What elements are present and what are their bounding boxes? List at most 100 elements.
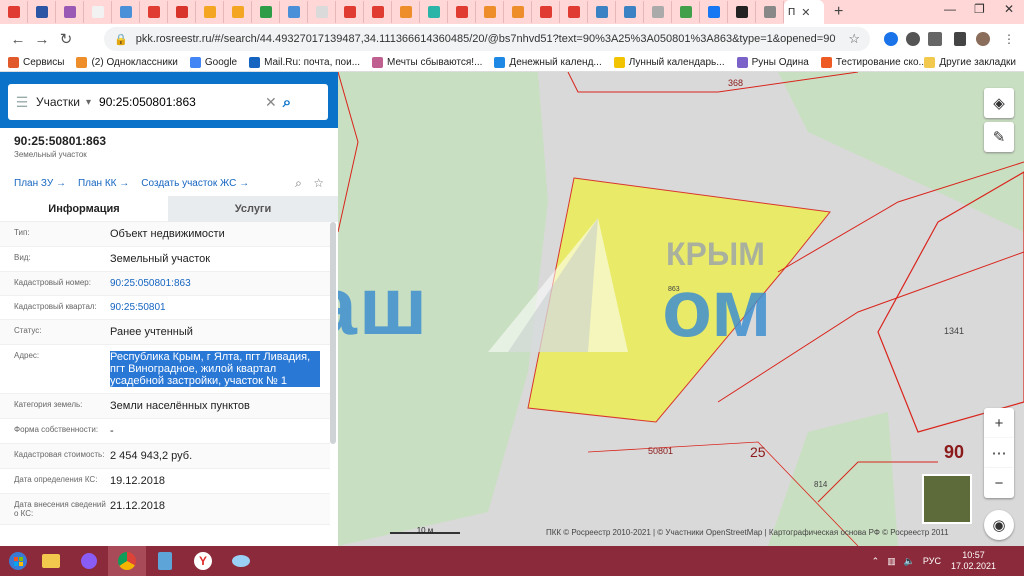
bookmark-item[interactable]: Руны Одина: [736, 57, 809, 68]
attribute-value[interactable]: 90:25:50801: [110, 302, 320, 313]
browser-tab[interactable]: [672, 1, 700, 23]
bookmark-item[interactable]: Сервисы: [8, 57, 64, 68]
search-icon[interactable]: ⌕: [283, 94, 291, 111]
plan-kk-link[interactable]: План КК →: [78, 178, 129, 189]
start-button[interactable]: [4, 547, 32, 575]
browser-tab[interactable]: [504, 1, 532, 23]
favorite-star-icon[interactable]: ☆: [313, 176, 324, 190]
browser-tab[interactable]: [252, 1, 280, 23]
forward-icon[interactable]: →: [30, 31, 54, 48]
zoom-in-icon[interactable]: +: [984, 408, 1014, 438]
panel-scrollbar[interactable]: [330, 222, 336, 444]
zoom-out-icon[interactable]: −: [984, 468, 1014, 498]
tab-favicon-icon: [35, 6, 48, 18]
browser-tab[interactable]: [532, 1, 560, 23]
attribute-value: 21.12.2018: [110, 500, 166, 512]
browser-tab[interactable]: [224, 1, 252, 23]
lock-icon[interactable]: 🔒: [114, 33, 128, 46]
browser-tab[interactable]: [448, 1, 476, 23]
chevron-down-icon[interactable]: ▾: [86, 97, 91, 108]
browser-tab[interactable]: [168, 1, 196, 23]
browser-tab[interactable]: [56, 1, 84, 23]
bookmark-item[interactable]: Мечты сбываются!...: [372, 57, 482, 68]
media-icon[interactable]: [954, 32, 966, 46]
plan-zu-link[interactable]: План ЗУ →: [14, 178, 66, 189]
browser-tab[interactable]: [336, 1, 364, 23]
search-type-select[interactable]: Участки: [36, 95, 80, 109]
browser-tab[interactable]: [280, 1, 308, 23]
clear-icon[interactable]: ✕: [265, 94, 277, 111]
extension-icon[interactable]: [884, 32, 898, 46]
bookmark-item[interactable]: Mail.Ru: почта, пои...: [249, 57, 360, 68]
maximize-icon[interactable]: ❐: [974, 2, 985, 16]
page-content: ☰ Участки ▾ ✕ ⌕ 90:25:50801:863 Земельны…: [0, 72, 1024, 546]
attribute-row: Статус: Ранее учтенный: [0, 320, 330, 345]
search-input[interactable]: [99, 91, 260, 113]
zoom-to-object-icon[interactable]: ⌕: [295, 176, 302, 190]
create-plot-link[interactable]: Создать участок ЖС →: [141, 178, 249, 189]
browser-tab[interactable]: [392, 1, 420, 23]
network-icon[interactable]: ▥: [887, 556, 896, 567]
minimize-icon[interactable]: —: [944, 2, 956, 16]
browser-tab[interactable]: [196, 1, 224, 23]
bookmark-star-icon[interactable]: ☆: [848, 31, 860, 47]
browser-tab[interactable]: [140, 1, 168, 23]
menu-icon[interactable]: ⋮: [1002, 32, 1016, 46]
taskbar-calculator-icon[interactable]: [146, 546, 184, 576]
taskbar-alice-icon[interactable]: [70, 546, 108, 576]
browser-tab[interactable]: [364, 1, 392, 23]
taskbar-explorer-icon[interactable]: [32, 546, 70, 576]
bookmark-item[interactable]: Лунный календарь...: [613, 57, 725, 68]
tab-information[interactable]: Информация: [0, 196, 168, 222]
taskbar-chrome-icon[interactable]: [108, 546, 146, 576]
close-tab-icon[interactable]: ✕: [801, 6, 810, 19]
clock[interactable]: 10:57 17.02.2021: [951, 550, 996, 572]
taskbar-yandex-icon[interactable]: Y: [184, 546, 222, 576]
attribute-key: Кадастровая стоимость:: [14, 450, 105, 459]
attribute-row: Дата определения КС: 19.12.2018: [0, 469, 330, 494]
bookmark-item[interactable]: Google: [189, 57, 237, 68]
attribute-value: Республика Крым, г Ялта, пгт Ливадия, пг…: [110, 351, 320, 387]
browser-tab[interactable]: [28, 1, 56, 23]
browser-tab[interactable]: [728, 1, 756, 23]
browser-tab[interactable]: [616, 1, 644, 23]
back-icon[interactable]: ←: [6, 31, 30, 48]
url-bar[interactable]: 🔒 pkk.rosreestr.ru/#/search/44.493270171…: [104, 27, 870, 51]
extensions-puzzle-icon[interactable]: [928, 32, 942, 46]
more-icon[interactable]: ⋯: [984, 438, 1014, 468]
browser-tab[interactable]: [308, 1, 336, 23]
browser-tab[interactable]: [0, 1, 28, 23]
ruler-icon[interactable]: ✎: [984, 122, 1014, 152]
menu-burger-icon[interactable]: ☰: [8, 94, 36, 111]
extension-icon[interactable]: [906, 32, 920, 46]
active-tab[interactable]: П ✕: [784, 0, 824, 24]
browser-tab[interactable]: [700, 1, 728, 23]
browser-tab[interactable]: [644, 1, 672, 23]
reload-icon[interactable]: ↻: [54, 30, 78, 48]
map-view[interactable]: Ваш ом КРЫМ 368 863 1341 50801 25 90 814…: [338, 72, 1024, 546]
attribute-value[interactable]: 90:25:050801:863: [110, 278, 320, 289]
browser-tab[interactable]: [84, 1, 112, 23]
browser-tab[interactable]: [560, 1, 588, 23]
tray-up-icon[interactable]: ⌃: [872, 556, 880, 567]
minimap-thumbnail[interactable]: [922, 474, 972, 524]
tab-services[interactable]: Услуги: [168, 196, 338, 222]
url-text[interactable]: pkk.rosreestr.ru/#/search/44.49327017139…: [136, 33, 836, 45]
other-bookmarks[interactable]: Другие закладки: [924, 57, 1016, 68]
language-indicator[interactable]: РУС: [923, 556, 941, 566]
compass-icon[interactable]: ◉: [984, 510, 1014, 540]
volume-icon[interactable]: 🔈: [904, 556, 915, 567]
bookmark-item[interactable]: Денежный календ...: [494, 57, 602, 68]
layers-icon[interactable]: ◈: [984, 88, 1014, 118]
close-window-icon[interactable]: ✕: [1004, 2, 1014, 16]
avatar[interactable]: [976, 32, 990, 46]
browser-tab[interactable]: [112, 1, 140, 23]
browser-tab[interactable]: [756, 1, 784, 23]
bookmark-item[interactable]: Тестирование ско...: [820, 57, 927, 68]
new-tab-button[interactable]: +: [834, 3, 843, 21]
browser-tab[interactable]: [588, 1, 616, 23]
browser-tab[interactable]: [420, 1, 448, 23]
browser-tab[interactable]: [476, 1, 504, 23]
bookmark-item[interactable]: (2) Одноклассники: [76, 57, 178, 68]
taskbar-app-icon[interactable]: [222, 546, 260, 576]
